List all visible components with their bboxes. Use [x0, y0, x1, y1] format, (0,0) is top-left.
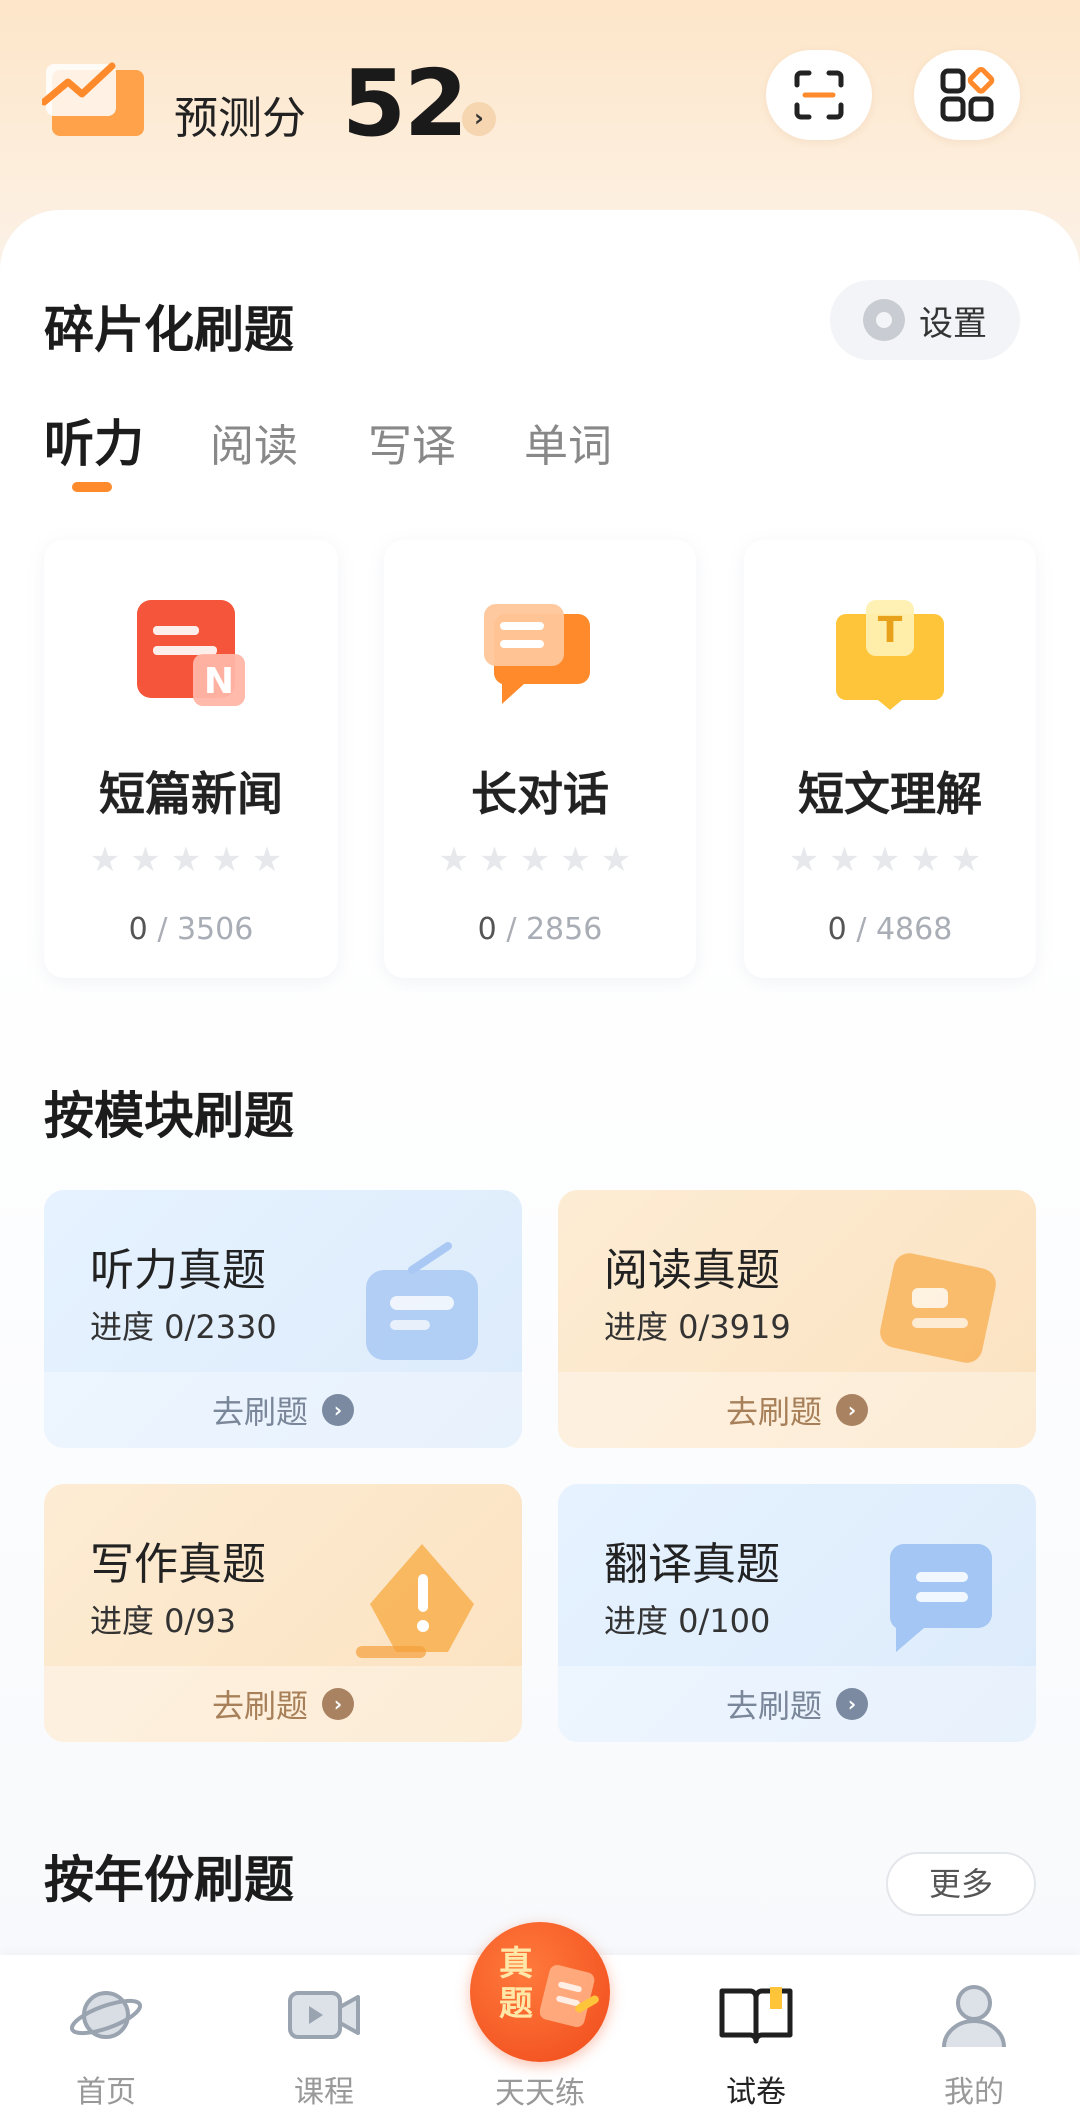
book-icon — [719, 1987, 793, 2044]
trend-chart-icon[interactable] — [40, 52, 152, 142]
scan-button[interactable] — [766, 50, 872, 140]
practice-card-short-news[interactable]: N 短篇新闻 ★★★★★ 0 / 3506 — [44, 540, 338, 978]
module-title: 写作真题 — [90, 1539, 266, 1590]
user-icon — [942, 1985, 1006, 2048]
scan-icon — [794, 70, 844, 120]
card-title: 短篇新闻 — [99, 767, 283, 821]
news-icon: N — [131, 596, 251, 716]
progress-done: 0 — [128, 912, 148, 947]
nav-item-home[interactable]: 首页 — [26, 1975, 186, 2111]
settings-label: 设置 — [919, 303, 987, 344]
go-practice-label: 去刷题 — [211, 1393, 308, 1431]
open-book-icon: T — [830, 596, 950, 716]
module-title: 听力真题 — [90, 1245, 266, 1296]
module-progress: 进度 0/2330 — [90, 1308, 277, 1346]
nav-label: 首页 — [76, 2075, 136, 2110]
gear-icon — [863, 299, 905, 341]
pen-alert-icon — [352, 1534, 492, 1664]
chevron-right-icon[interactable]: › — [462, 102, 496, 136]
star-rating: ★★★★★ — [438, 840, 642, 880]
module-card-translation[interactable]: 翻译真题 进度 0/100 去刷题 › — [558, 1484, 1036, 1742]
nav-item-papers[interactable]: 试卷 — [676, 1975, 836, 2111]
progress-done: 0 — [477, 912, 497, 947]
practice-card-passage[interactable]: T 短文理解 ★★★★★ 0 / 4868 — [744, 540, 1036, 978]
progress-done: 0 — [827, 912, 847, 947]
tab-listening[interactable]: 听力 — [44, 404, 144, 476]
apps-button[interactable] — [914, 50, 1020, 140]
svg-text:N: N — [204, 661, 234, 702]
progress-total: / 4868 — [856, 912, 953, 947]
fragment-section-title: 碎片化刷题 — [44, 301, 294, 359]
arrow-right-icon: › — [322, 1688, 354, 1720]
module-progress: 进度 0/3919 — [604, 1308, 791, 1346]
practice-card-long-dialogue[interactable]: 长对话 ★★★★★ 0 / 2856 — [384, 540, 696, 978]
video-icon — [288, 1991, 360, 2039]
go-practice-button[interactable]: 去刷题 › — [44, 1372, 522, 1448]
go-practice-button[interactable]: 去刷题 › — [558, 1372, 1036, 1448]
card-progress: 0 / 2856 — [384, 912, 696, 947]
module-progress: 进度 0/93 — [90, 1602, 237, 1640]
tab-writing-translation[interactable]: 写译 — [368, 410, 456, 474]
more-button[interactable]: 更多 — [886, 1852, 1036, 1916]
go-practice-label: 去刷题 — [725, 1687, 822, 1725]
nav-label: 试卷 — [726, 2075, 786, 2110]
card-title: 长对话 — [471, 767, 609, 821]
progress-total: / 2856 — [506, 912, 603, 947]
score-value[interactable]: 52 — [342, 50, 468, 157]
nav-item-profile[interactable]: 我的 — [894, 1975, 1054, 2111]
arrow-right-icon: › — [322, 1394, 354, 1426]
arrow-right-icon: › — [836, 1688, 868, 1720]
module-title: 翻译真题 — [604, 1539, 780, 1590]
chat-bubble-icon — [480, 596, 600, 716]
apps-grid-icon — [940, 67, 995, 122]
nav-label: 课程 — [294, 2075, 354, 2110]
nav-label: 我的 — [944, 2075, 1004, 2110]
nav-item-courses[interactable]: 课程 — [244, 1975, 404, 2111]
by-year-section-title: 按年份刷题 — [44, 1851, 294, 1909]
star-rating: ★★★★★ — [89, 840, 293, 880]
modules-section-title: 按模块刷题 — [44, 1087, 294, 1145]
go-practice-label: 去刷题 — [211, 1687, 308, 1725]
active-tab-indicator — [72, 482, 112, 492]
card-progress: 0 / 4868 — [744, 912, 1036, 947]
card-title: 短文理解 — [798, 767, 982, 821]
tab-reading[interactable]: 阅读 — [210, 410, 298, 474]
progress-total: / 3506 — [157, 912, 254, 947]
arrow-right-icon: › — [836, 1394, 868, 1426]
radio-icon — [352, 1240, 492, 1370]
module-card-reading[interactable]: 阅读真题 进度 0/3919 去刷题 › — [558, 1190, 1036, 1448]
daily-practice-icon — [540, 1964, 599, 2028]
header: 预测分 52 › — [0, 0, 1080, 200]
star-rating: ★★★★★ — [788, 840, 992, 880]
message-icon — [866, 1534, 1006, 1664]
module-title: 阅读真题 — [604, 1245, 780, 1296]
planet-icon — [69, 1991, 143, 2039]
daily-practice-button[interactable]: 真题 — [470, 1922, 610, 2062]
settings-button[interactable]: 设置 — [830, 280, 1020, 360]
go-practice-button[interactable]: 去刷题 › — [44, 1666, 522, 1742]
go-practice-label: 去刷题 — [725, 1393, 822, 1431]
card-progress: 0 / 3506 — [44, 912, 338, 947]
go-practice-button[interactable]: 去刷题 › — [558, 1666, 1036, 1742]
book-card-icon — [866, 1240, 1006, 1370]
module-card-listening[interactable]: 听力真题 进度 0/2330 去刷题 › — [44, 1190, 522, 1448]
tab-vocabulary[interactable]: 单词 — [524, 410, 612, 474]
score-label: 预测分 — [174, 93, 306, 144]
svg-text:T: T — [878, 610, 903, 651]
real-exam-badge: 真题 — [499, 1944, 533, 2024]
nav-label-daily-practice[interactable]: 天天练 — [460, 2068, 620, 2112]
module-progress: 进度 0/100 — [604, 1602, 771, 1640]
module-card-writing[interactable]: 写作真题 进度 0/93 去刷题 › — [44, 1484, 522, 1742]
